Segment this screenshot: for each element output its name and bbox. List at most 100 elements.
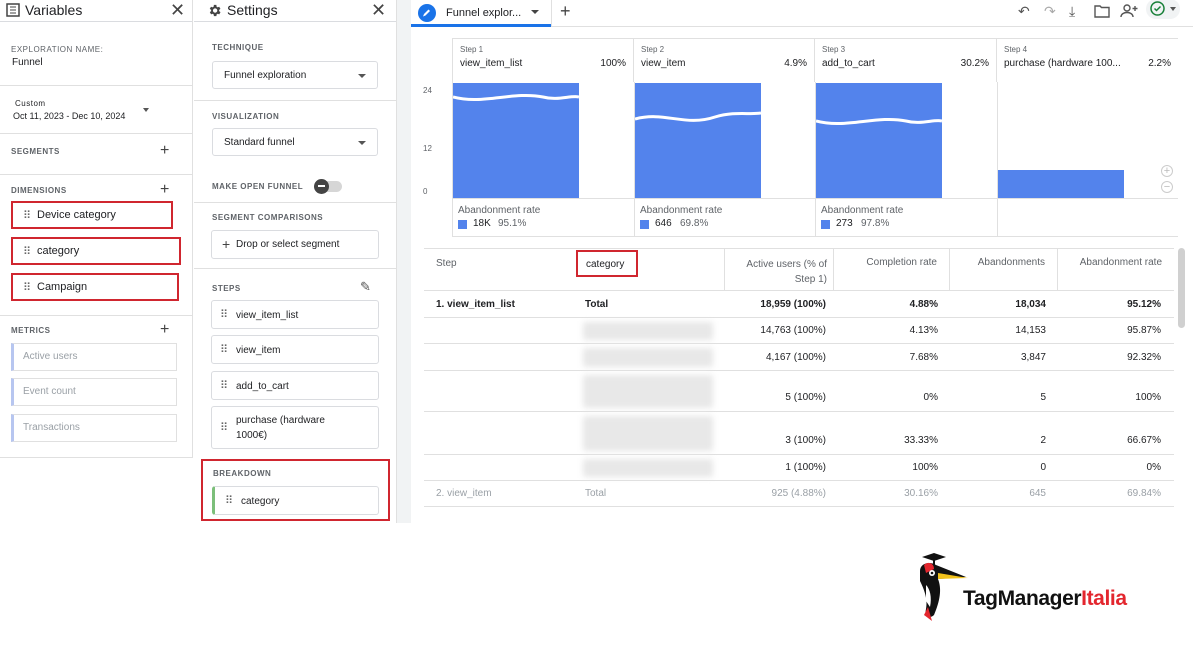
metric-chip-transactions[interactable]: Transactions: [11, 414, 177, 442]
table-header-step[interactable]: Step: [436, 258, 457, 269]
dimension-label: Device category: [37, 209, 116, 221]
funnel-bar[interactable]: [816, 83, 942, 198]
add-person-icon[interactable]: [1120, 3, 1138, 19]
step-chip-view-item-list[interactable]: ⠿ view_item_list: [211, 300, 379, 329]
drag-handle-icon[interactable]: ⠿: [225, 494, 233, 507]
drag-handle-icon[interactable]: ⠿: [23, 209, 31, 222]
funnel-bar[interactable]: [635, 83, 761, 198]
redo-icon[interactable]: ↷: [1044, 3, 1056, 20]
cell-step: 1. view_item_list: [436, 299, 515, 310]
legend-swatch: [458, 220, 467, 229]
cell-completion-rate: 4.13%: [909, 325, 938, 336]
funnel-step-header: Step 4 purchase (hardware 100... 2.2%: [997, 38, 1178, 82]
undo-icon[interactable]: ↶: [1018, 3, 1030, 20]
table-scrollbar[interactable]: [1178, 248, 1185, 328]
dimension-label: category: [37, 245, 80, 257]
open-funnel-toggle[interactable]: [314, 179, 342, 194]
tab-funnel-exploration[interactable]: Funnel explor...: [411, 0, 551, 27]
variables-header: Variables ✕: [0, 0, 192, 22]
table-row: 5 (100%) 0% 5 100%: [424, 371, 1174, 412]
add-dimension-icon[interactable]: +: [160, 182, 169, 198]
technique-select[interactable]: Funnel exploration: [212, 61, 378, 89]
funnel-bar[interactable]: [453, 83, 579, 198]
cell-abandonment-rate: 92.32%: [1127, 352, 1161, 363]
redacted-category: [583, 322, 713, 340]
step-name: view_item: [641, 58, 686, 69]
redacted-category: [583, 416, 713, 451]
metric-chip-active-users[interactable]: Active users: [11, 343, 177, 371]
edit-pencil-icon[interactable]: ✎: [360, 279, 371, 295]
step-number: Step 4: [1004, 45, 1028, 54]
zoom-out-icon[interactable]: −: [1161, 181, 1173, 193]
add-tab-icon[interactable]: +: [560, 1, 571, 22]
drag-handle-icon[interactable]: ⠿: [220, 379, 228, 392]
step-label: purchase (hardware 1000€): [236, 415, 325, 441]
steps-label: STEPS: [212, 284, 241, 293]
header-label: Completion rate: [866, 257, 937, 268]
funnel-bar[interactable]: [998, 170, 1124, 198]
divider: [0, 457, 193, 458]
cell-abandonments: 0: [1040, 462, 1046, 473]
segments-label: SEGMENTS: [11, 147, 60, 156]
cell-abandonments: 14,153: [1015, 325, 1046, 336]
visualization-select[interactable]: Standard funnel: [212, 128, 378, 156]
visualization-value: Standard funnel: [224, 137, 295, 148]
dimension-chip-category[interactable]: ⠿ category: [11, 237, 181, 265]
table-header-completion-rate[interactable]: Completion rate: [834, 248, 950, 290]
breakdown-label: BREAKDOWN: [213, 469, 272, 478]
dimension-chip-campaign[interactable]: ⠿ Campaign: [11, 273, 179, 301]
chevron-down-icon[interactable]: [531, 10, 539, 14]
settings-panel: Settings ✕ TECHNIQUE Funnel exploration …: [194, 0, 397, 523]
step-percent: 100%: [600, 58, 626, 69]
cell-abandonment-rate: 0%: [1146, 462, 1161, 473]
cell-completion-rate: 0%: [923, 392, 938, 403]
step-name: purchase (hardware 100...: [1004, 58, 1121, 69]
logo-text-part2: Italia: [1081, 587, 1127, 610]
table-header-category[interactable]: category: [576, 250, 638, 277]
add-segment-icon[interactable]: +: [160, 143, 169, 159]
folder-share-icon[interactable]: [1094, 4, 1110, 18]
table-header-abandonments[interactable]: Abandonments: [950, 248, 1058, 290]
drag-handle-icon[interactable]: ⠿: [23, 245, 31, 258]
gear-icon: [209, 4, 221, 17]
step-chip-add-to-cart[interactable]: ⠿ add_to_cart: [211, 371, 379, 400]
status-menu[interactable]: [1146, 0, 1180, 19]
metric-chip-event-count[interactable]: Event count: [11, 378, 177, 406]
divider: [194, 268, 397, 269]
segment-drop-zone[interactable]: + Drop or select segment: [211, 230, 379, 259]
breakdown-value: category: [241, 496, 280, 507]
cell-category: Total: [585, 299, 609, 310]
tab-bar: Funnel explor... + ↶ ↷ ⤓: [411, 0, 1193, 27]
abandonment-value: 18K: [473, 218, 491, 229]
cell-active-users: 14,763 (100%): [760, 325, 826, 336]
breakdown-chip-category[interactable]: ⠿ category: [212, 486, 379, 515]
cell-abandonment-rate: 100%: [1135, 392, 1161, 403]
drag-handle-icon[interactable]: ⠿: [220, 343, 228, 356]
table-header-abandonment-rate[interactable]: Abandonment rate: [1058, 248, 1174, 290]
cell-category: Total: [585, 488, 607, 499]
cell-step: 2. view_item: [436, 488, 492, 499]
close-variables-icon[interactable]: ✕: [170, 0, 185, 20]
dimension-chip-device-category[interactable]: ⠿ Device category: [11, 201, 173, 229]
table-row: 2. view_item Total 925 (4.88%) 30.16% 645 69.…: [424, 481, 1174, 507]
step-chip-purchase[interactable]: ⠿ purchase (hardware 1000€): [211, 406, 379, 449]
table-header-active-users[interactable]: Active users (% of Step 1): [724, 248, 834, 290]
cell-completion-rate: 4.88%: [909, 299, 938, 310]
divider: [194, 100, 397, 101]
step-percent: 30.2%: [960, 58, 989, 69]
cell-completion-rate: 100%: [912, 462, 938, 473]
add-metric-icon[interactable]: +: [160, 322, 169, 338]
drag-handle-icon[interactable]: ⠿: [220, 308, 228, 321]
step-label: view_item_list: [236, 310, 299, 321]
download-icon[interactable]: ⤓: [1069, 3, 1075, 20]
step-chip-view-item[interactable]: ⠿ view_item: [211, 335, 379, 364]
cell-active-users: 1 (100%): [785, 462, 826, 473]
abandonment-label: Abandonment rate: [821, 205, 904, 216]
drag-handle-icon[interactable]: ⠿: [220, 421, 228, 434]
zoom-in-icon[interactable]: +: [1161, 165, 1173, 177]
redacted-category: [583, 375, 713, 408]
y-tick-label: 12: [423, 144, 432, 153]
drag-handle-icon[interactable]: ⠿: [23, 281, 31, 294]
close-settings-icon[interactable]: ✕: [371, 0, 386, 20]
exploration-name[interactable]: Funnel: [12, 57, 43, 68]
